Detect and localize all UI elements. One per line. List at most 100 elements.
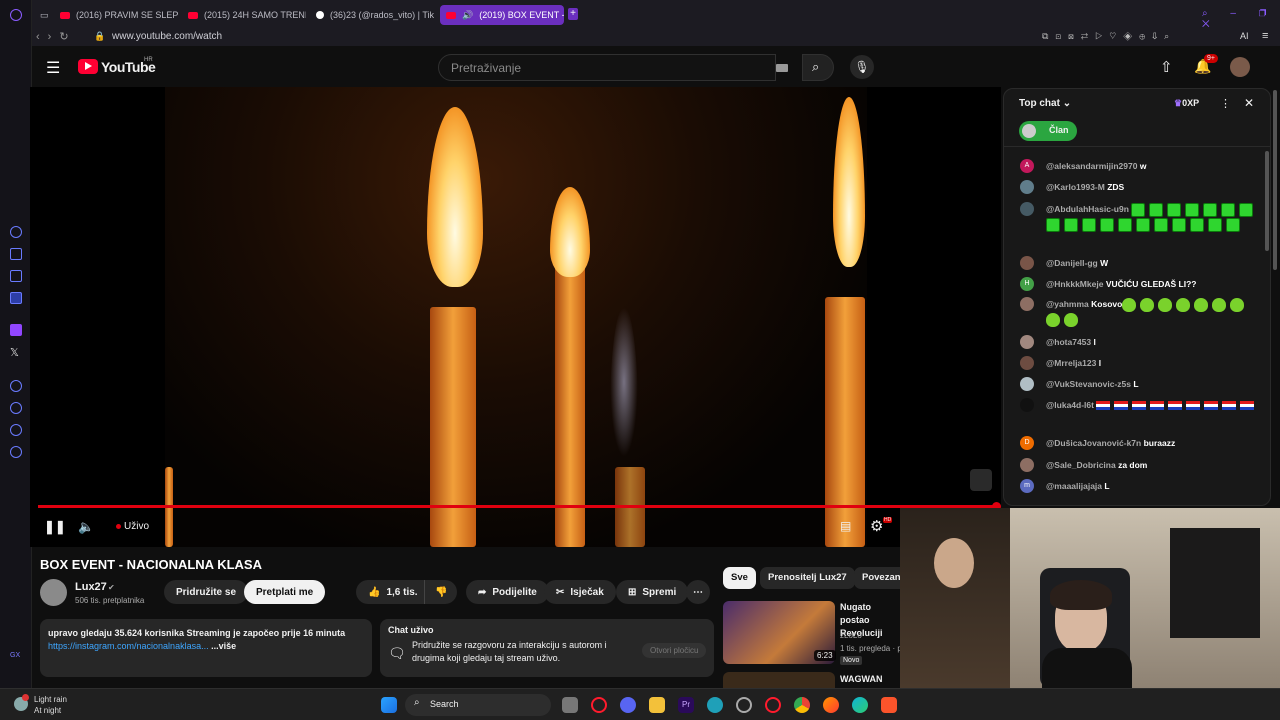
video-player[interactable]: ❚❚ 🔈 Uživo ▤ ⚙ HD <box>30 87 1001 547</box>
voice-search-button[interactable]: 🎙 <box>850 55 874 79</box>
chat-message[interactable]: @VukStevanovic-z5s L <box>1004 377 1270 391</box>
subtitles-button[interactable]: ▤ <box>840 519 851 533</box>
avatar[interactable] <box>1230 57 1250 77</box>
chip-all[interactable]: Sve <box>723 567 756 589</box>
windows-start-icon[interactable] <box>381 697 397 713</box>
window-controls[interactable]: ⌕ – ❐ ✕ <box>1202 8 1280 30</box>
sidebar-aria-icon[interactable] <box>10 226 22 238</box>
open-panel-button[interactable]: Otvori pločicu <box>642 643 707 658</box>
chat-message[interactable]: A @aleksandarmijin2970 w <box>1004 159 1270 173</box>
chat-avatar[interactable]: A <box>1020 159 1034 173</box>
chat-message[interactable]: @yahmma Kosovo <box>1004 297 1270 327</box>
extension-icons[interactable]: ⧉⊡⊠⇄▷♡◈⊕⇩⌕ <box>1042 31 1176 42</box>
chat-message[interactable]: @AbdulahHasic-u9n <box>1004 202 1270 232</box>
settings-gear-icon[interactable]: ⚙ <box>870 517 883 535</box>
hamburger-menu-icon[interactable]: ☰ <box>46 58 60 78</box>
related-title[interactable]: WAGWAN <box>840 674 883 684</box>
opera-logo-icon[interactable] <box>10 9 22 21</box>
chat-author[interactable]: @maaalijajaja <box>1046 481 1102 491</box>
chat-avatar[interactable] <box>1020 398 1034 412</box>
chat-message[interactable]: @luka4d-l6t <box>1004 398 1270 412</box>
chat-avatar[interactable]: D <box>1020 436 1034 450</box>
chat-author[interactable]: @HnkkkMkeje <box>1046 279 1103 289</box>
chat-author[interactable]: @aleksandarmijin2970 <box>1046 161 1137 171</box>
chat-menu-icon[interactable]: ⋮ <box>1220 97 1231 110</box>
like-button[interactable]: 👍 1,6 tis. <box>356 580 426 604</box>
tab-2[interactable]: (2015) 24H SAMO TRENII <box>182 5 306 25</box>
volume-button[interactable]: 🔈 <box>78 519 94 535</box>
sidebar-settings-icon[interactable] <box>10 446 22 458</box>
related-channel[interactable]: zLoLo <box>840 631 862 640</box>
chat-author[interactable]: @Sale_Dobricina <box>1046 460 1116 470</box>
sidebar-twitch-icon[interactable] <box>10 324 22 336</box>
chat-avatar[interactable]: H <box>1020 277 1034 291</box>
join-button[interactable]: Pridružite se <box>164 580 249 604</box>
chat-avatar[interactable]: m <box>1020 479 1034 493</box>
points-badge[interactable]: ♛0XP <box>1174 98 1199 109</box>
tab-1[interactable]: (2016) PRAVIM SE SLEP P <box>54 5 178 25</box>
chat-avatar[interactable] <box>1020 458 1034 472</box>
sidebar-bag-icon[interactable] <box>10 248 22 260</box>
chat-message[interactable]: @hota7453 l <box>1004 335 1270 349</box>
chat-author[interactable]: @Mrrelja123 <box>1046 358 1096 368</box>
progress-bar[interactable] <box>38 505 1000 508</box>
browser-menu-icon[interactable]: ≡ <box>1262 30 1268 42</box>
description-link[interactable]: https://instagram.com/nacionalnaklasa... <box>48 641 209 651</box>
chat-avatar[interactable] <box>1020 297 1034 311</box>
nav-buttons[interactable]: ‹›↻ <box>36 30 77 43</box>
chat-author[interactable]: @hota7453 <box>1046 337 1091 347</box>
url-field[interactable]: www.youtube.com/watch <box>112 31 222 42</box>
close-chat-icon[interactable]: ✕ <box>1244 96 1254 110</box>
chat-author[interactable]: @Danijell-gg <box>1046 258 1098 268</box>
sidebar-history-icon[interactable] <box>10 402 22 414</box>
file-explorer-icon[interactable] <box>649 697 665 713</box>
tab-overview-icon[interactable]: ▭ <box>34 5 52 25</box>
dislike-button[interactable]: 👎 <box>424 580 458 604</box>
chat-author[interactable]: @AbdulahHasic-u9n <box>1046 204 1129 214</box>
description-box[interactable]: upravo gledaju 35.624 korisnika Streamin… <box>40 619 372 677</box>
sidebar-pinboard-icon[interactable] <box>10 424 22 436</box>
chat-avatar[interactable] <box>1020 180 1034 194</box>
chat-avatar[interactable] <box>1020 335 1034 349</box>
chat-message[interactable]: @Sale_Dobricina za dom <box>1004 458 1270 472</box>
obs-icon[interactable] <box>736 697 752 713</box>
chat-author[interactable]: @DušicaJovanović-k7n <box>1046 438 1141 448</box>
save-button[interactable]: ⊞ Spremi <box>616 580 689 604</box>
chat-message[interactable]: D @DušicaJovanović-k7n buraazz <box>1004 436 1270 450</box>
sidebar-messenger-icon[interactable] <box>10 292 22 304</box>
sidebar-edit-icon[interactable] <box>10 270 22 282</box>
chip-channel[interactable]: Prenositelj Lux27 <box>760 567 855 589</box>
pause-button[interactable]: ❚❚ <box>44 519 66 535</box>
premiere-icon[interactable]: Pr <box>678 697 694 713</box>
clip-button[interactable]: ✂ Isječak <box>544 580 616 604</box>
ai-button[interactable]: AI <box>1240 31 1249 41</box>
sidebar-player-icon[interactable] <box>10 380 22 392</box>
task-view-icon[interactable] <box>562 697 578 713</box>
page-scrollbar[interactable] <box>1273 90 1277 270</box>
search-input[interactable]: Pretraživanje <box>438 54 776 81</box>
chat-author[interactable]: @luka4d-l6t <box>1046 400 1094 410</box>
subscribe-button[interactable]: Pretplati me <box>244 580 326 604</box>
taskbar-search-box[interactable]: Search <box>405 694 551 716</box>
chat-author[interactable]: @Karlo1993-M <box>1046 182 1105 192</box>
keyboard-icon[interactable] <box>776 64 788 72</box>
edge-icon[interactable] <box>852 697 868 713</box>
search-button[interactable]: ⌕ <box>802 54 834 81</box>
share-button[interactable]: ➦ Podijelite <box>466 580 549 604</box>
top-chat-dropdown[interactable]: Top chat ⌄ <box>1019 98 1071 109</box>
chat-message[interactable]: m @maaalijajaja L <box>1004 479 1270 493</box>
chrome-icon[interactable] <box>794 697 810 713</box>
firefox-icon[interactable] <box>823 697 839 713</box>
sidebar-gx-icon[interactable]: GX <box>10 652 20 659</box>
tab-3[interactable]: (36)23 (@rados_vito) | Tik <box>310 5 434 25</box>
channel-name[interactable]: Lux27 <box>75 581 107 593</box>
chat-message[interactable]: @Karlo1993-M ZDS <box>1004 180 1270 194</box>
weather-title[interactable]: Light rain <box>34 695 67 704</box>
chat-avatar[interactable] <box>1020 202 1034 216</box>
chat-avatar[interactable] <box>1020 377 1034 391</box>
discord-icon[interactable] <box>620 697 636 713</box>
chat-author[interactable]: @VukStevanovic-z5s <box>1046 379 1131 389</box>
more-link[interactable]: ...više <box>211 641 236 651</box>
chat-author[interactable]: @yahmma <box>1046 299 1089 309</box>
channel-avatar[interactable] <box>40 579 67 606</box>
